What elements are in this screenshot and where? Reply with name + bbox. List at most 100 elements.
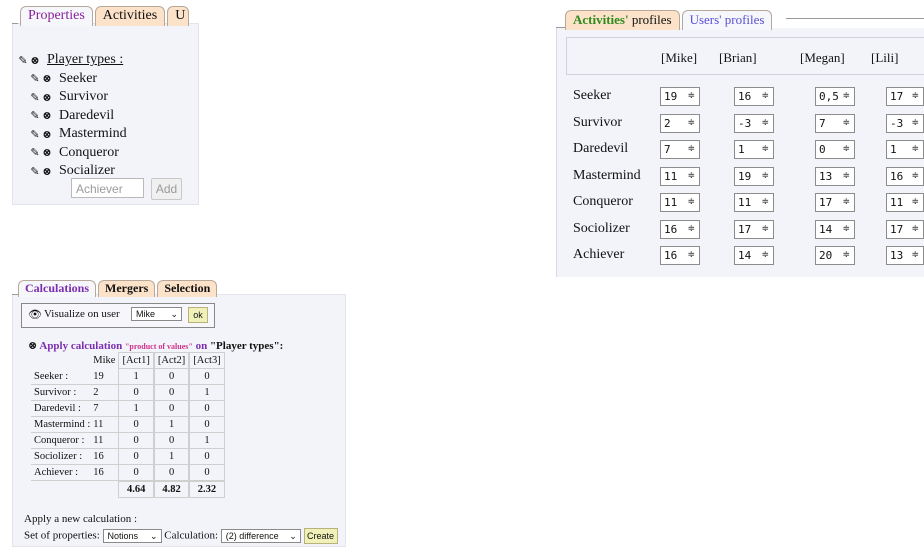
delete-icon[interactable]: ⊗ — [29, 54, 41, 67]
tab-users-profiles[interactable]: Users' profiles — [681, 10, 773, 30]
profile-value-spinner[interactable]: 13 ≑ — [886, 246, 924, 265]
pencil-icon[interactable]: ✎ — [29, 109, 41, 122]
tab-properties[interactable]: Properties — [20, 6, 93, 26]
profile-value-spinner[interactable]: 16 ≑ — [660, 246, 700, 265]
spinner-arrows-icon[interactable]: ≑ — [842, 141, 850, 158]
tab-calculations[interactable]: Calculations — [18, 280, 97, 297]
profile-row-label: Achiever — [573, 247, 625, 262]
user-column-header: [Lili] — [871, 50, 899, 65]
spinner-arrows-icon[interactable]: ≑ — [687, 168, 695, 185]
profile-value-spinner[interactable]: 7 ≑ — [660, 140, 700, 159]
delete-icon[interactable]: ⊗ — [41, 109, 53, 122]
column-header: [Act3] — [189, 352, 225, 369]
spinner-arrows-icon[interactable]: ≑ — [687, 194, 695, 211]
tab-users[interactable]: U — [167, 6, 190, 26]
pencil-icon[interactable]: ✎ — [29, 72, 41, 85]
profile-value-spinner[interactable]: 0,5 ≑ — [815, 87, 855, 106]
profile-value-spinner[interactable]: 20 ≑ — [815, 246, 855, 265]
spinner-arrows-icon[interactable]: ≑ — [911, 115, 919, 132]
spinner-arrows-icon[interactable]: ≑ — [911, 247, 919, 264]
tab-selection[interactable]: Selection — [157, 280, 218, 297]
spinner-arrows-icon[interactable]: ≑ — [842, 221, 850, 238]
pencil-icon[interactable]: ✎ — [29, 128, 41, 141]
profile-value-spinner[interactable]: 17 ≑ — [815, 193, 855, 212]
spinner-arrows-icon[interactable]: ≑ — [842, 168, 850, 185]
spinner-arrows-icon[interactable]: ≑ — [761, 247, 769, 264]
delete-icon[interactable]: ⊗ — [28, 340, 37, 352]
pencil-icon[interactable]: ✎ — [29, 91, 41, 104]
player-types-root: ✎ ⊗ Player types : — [17, 51, 127, 70]
player-type-label[interactable]: Daredevil — [59, 108, 114, 124]
tab-mergers[interactable]: Mergers — [98, 280, 156, 297]
tab-activities-profiles[interactable]: Activities' profiles — [565, 10, 680, 30]
spinner-arrows-icon[interactable]: ≑ — [911, 88, 919, 105]
profile-value-spinner[interactable]: 11 ≑ — [886, 193, 924, 212]
profile-value-spinner[interactable]: 11 ≑ — [660, 166, 700, 186]
player-type-label[interactable]: Socializer — [59, 163, 115, 179]
cell-value: 1 — [118, 369, 154, 385]
cell-value: 19 — [90, 369, 119, 385]
spinner-arrows-icon[interactable]: ≑ — [687, 247, 695, 264]
profile-value-spinner[interactable]: 19 ≑ — [660, 87, 700, 106]
set-select[interactable]: Notions ⌄ — [102, 529, 162, 543]
ok-button[interactable]: ok — [188, 307, 208, 323]
player-types-label[interactable]: Player types : — [47, 52, 123, 68]
pencil-icon[interactable]: ✎ — [17, 54, 29, 67]
profile-value-spinner[interactable]: 7 ≑ — [815, 113, 855, 133]
player-type-label[interactable]: Mastermind — [59, 126, 127, 142]
spinner-arrows-icon[interactable]: ≑ — [761, 88, 769, 105]
delete-icon[interactable]: ⊗ — [41, 146, 53, 159]
spinner-arrows-icon[interactable]: ≑ — [911, 141, 919, 158]
profile-value-spinner[interactable]: 19 ≑ — [734, 166, 774, 186]
spinner-arrows-icon[interactable]: ≑ — [761, 168, 769, 185]
profile-value-spinner[interactable]: 14 ≑ — [734, 246, 774, 265]
spinner-arrows-icon[interactable]: ≑ — [687, 221, 695, 238]
new-player-type-input[interactable]: Achiever — [71, 178, 144, 198]
profile-value-spinner[interactable]: 11 ≑ — [660, 193, 700, 212]
profile-value-spinner[interactable]: 17 ≑ — [886, 87, 924, 106]
spinner-arrows-icon[interactable]: ≑ — [761, 141, 769, 158]
spinner-arrows-icon[interactable]: ≑ — [687, 141, 695, 158]
delete-icon[interactable]: ⊗ — [41, 72, 53, 85]
add-button[interactable]: Add — [151, 178, 182, 200]
spinner-arrows-icon[interactable]: ≑ — [842, 88, 850, 105]
profile-value-spinner[interactable]: -3 ≑ — [886, 113, 924, 133]
player-type-label[interactable]: Conqueror — [59, 145, 119, 161]
create-button[interactable]: Create — [303, 528, 338, 544]
player-type-label[interactable]: Survivor — [59, 89, 108, 105]
delete-icon[interactable]: ⊗ — [41, 91, 53, 104]
tab-activities[interactable]: Activities — [94, 6, 166, 26]
spinner-arrows-icon[interactable]: ≑ — [687, 88, 695, 105]
profile-value-spinner[interactable]: 14 ≑ — [815, 219, 855, 239]
spinner-arrows-icon[interactable]: ≑ — [687, 115, 695, 132]
pencil-icon[interactable]: ✎ — [29, 165, 41, 178]
spinner-arrows-icon[interactable]: ≑ — [761, 115, 769, 132]
spinner-arrows-icon[interactable]: ≑ — [911, 221, 919, 238]
profile-value-spinner[interactable]: 1 ≑ — [886, 140, 924, 159]
calculation-select[interactable]: (2) difference ⌄ — [220, 529, 301, 543]
spinner-arrows-icon[interactable]: ≑ — [911, 194, 919, 211]
player-type-label[interactable]: Seeker — [59, 71, 97, 87]
profile-value-spinner[interactable]: 11 ≑ — [734, 193, 774, 212]
spinner-arrows-icon[interactable]: ≑ — [842, 247, 850, 264]
profile-value-spinner[interactable]: -3 ≑ — [734, 113, 774, 133]
profile-value-spinner[interactable]: 16 ≑ — [886, 166, 924, 186]
profile-value-spinner[interactable]: 1 ≑ — [734, 140, 774, 159]
profile-value-spinner[interactable]: 2 ≑ — [660, 113, 700, 133]
profile-value-spinner[interactable]: 16 ≑ — [734, 87, 774, 106]
spinner-arrows-icon[interactable]: ≑ — [761, 221, 769, 238]
visualize-user-select[interactable]: Mike ⌄ — [131, 307, 182, 321]
delete-icon[interactable]: ⊗ — [41, 165, 53, 178]
spinner-arrows-icon[interactable]: ≑ — [911, 168, 919, 185]
spinner-arrows-icon[interactable]: ≑ — [761, 194, 769, 211]
delete-icon[interactable]: ⊗ — [41, 128, 53, 141]
pencil-icon[interactable]: ✎ — [29, 146, 41, 159]
spinner-arrows-icon[interactable]: ≑ — [842, 115, 850, 132]
profile-value-spinner[interactable]: 13 ≑ — [815, 166, 855, 186]
profile-row-label: Survivor — [573, 114, 622, 130]
profile-value-spinner[interactable]: 0 ≑ — [815, 140, 855, 159]
spinner-arrows-icon[interactable]: ≑ — [842, 194, 850, 211]
profile-value-spinner[interactable]: 16 ≑ — [660, 219, 700, 239]
profile-value-spinner[interactable]: 17 ≑ — [886, 219, 924, 239]
profile-value-spinner[interactable]: 17 ≑ — [734, 219, 774, 239]
